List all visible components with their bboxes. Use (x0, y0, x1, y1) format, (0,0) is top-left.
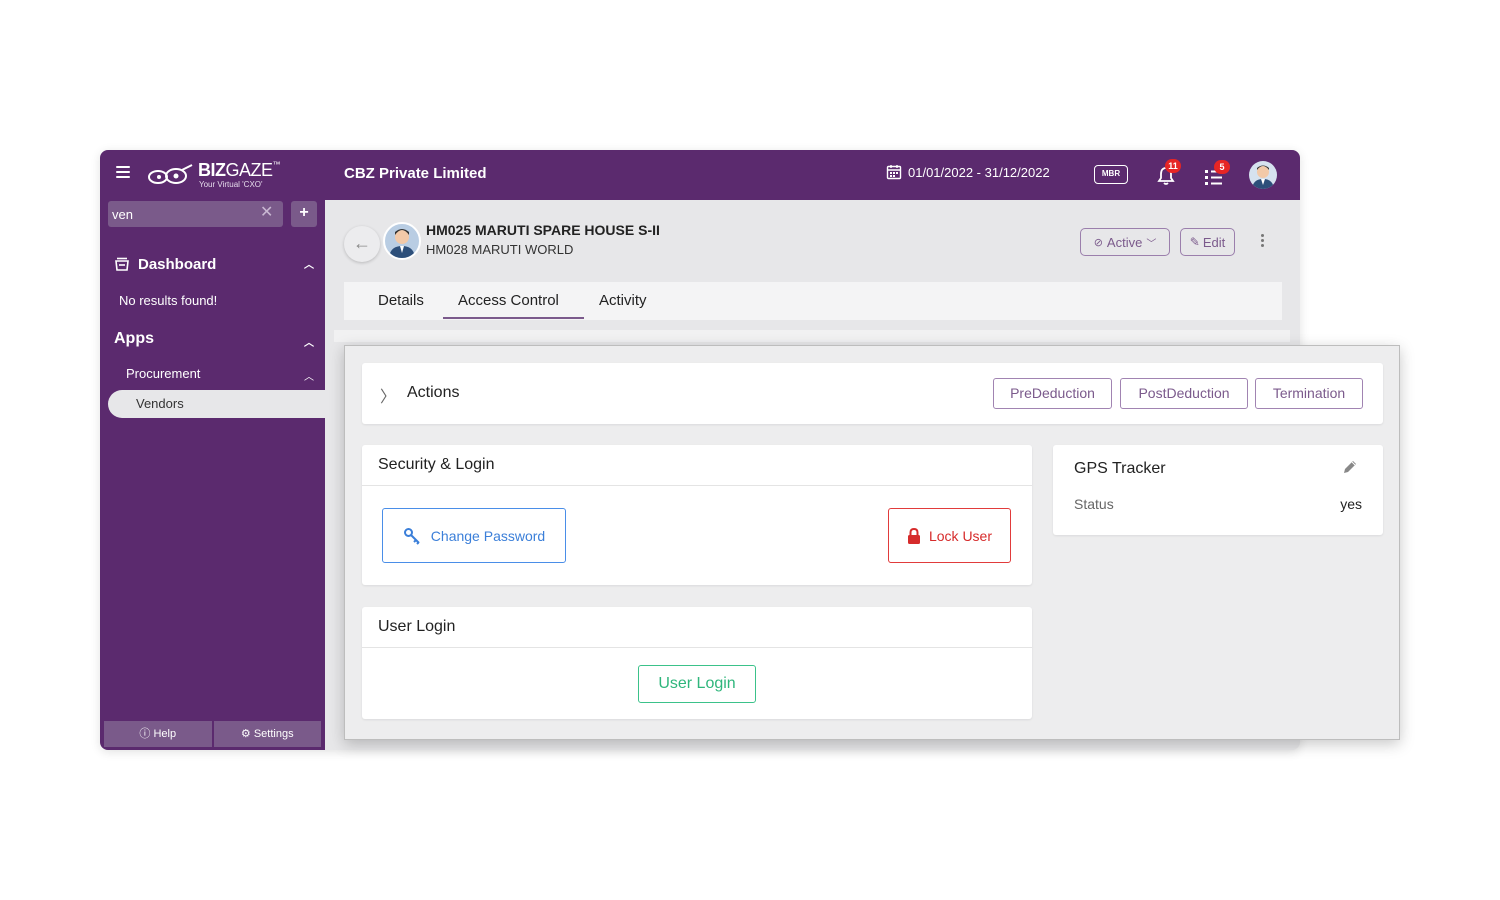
gear-icon: ⚙ (240, 728, 254, 740)
user-login-card: User Login User Login (362, 607, 1032, 719)
lock-user-button[interactable]: Lock User (888, 508, 1011, 563)
sidebar-footer: ⓘ Help ⚙ Settings (104, 721, 321, 747)
check-circle-icon: ⊘ (1093, 236, 1103, 249)
back-button[interactable]: ← (344, 226, 380, 262)
vendor-avatar (383, 222, 421, 260)
person-avatar-icon (389, 229, 415, 258)
gps-status-value: yes (1340, 496, 1362, 512)
termination-button[interactable]: Termination (1255, 378, 1363, 409)
actions-title: Actions (407, 384, 460, 401)
tasks-button[interactable]: 5 (1204, 160, 1230, 188)
change-password-button[interactable]: Change Password (382, 508, 566, 563)
user-avatar[interactable] (1249, 161, 1277, 189)
lock-icon (907, 527, 920, 544)
hamburger-menu-icon[interactable] (116, 166, 130, 180)
postdeduction-button[interactable]: PostDeduction (1120, 378, 1248, 409)
chevron-up-icon[interactable]: ︿ (304, 334, 314, 349)
record-subtitle: HM028 MARUTI WORLD (426, 242, 574, 257)
logo-wordmark: BIZGAZE™ (198, 160, 281, 180)
chevron-up-icon[interactable]: ︿ (304, 368, 314, 383)
actions-card: 〉 Actions PreDeduction PostDeduction Ter… (362, 363, 1383, 424)
settings-button[interactable]: ⚙ Settings (213, 721, 321, 747)
date-range-picker[interactable]: 01/01/2022 - 31/12/2022 (886, 164, 1050, 180)
company-name[interactable]: CBZ Private Limited (344, 165, 487, 182)
person-avatar-icon (1252, 165, 1274, 189)
tab-activity[interactable]: Activity (599, 292, 647, 309)
arrow-left-icon: ← (353, 233, 371, 253)
gps-status-label: Status (1074, 496, 1114, 512)
active-tab-indicator (443, 317, 584, 319)
chevron-up-icon[interactable]: ︿ (304, 256, 314, 271)
no-results-text: No results found! (119, 293, 218, 308)
calendar-icon (886, 165, 902, 180)
tab-bar: Details Access Control Activity (344, 282, 1282, 320)
owl-logo-icon (148, 164, 193, 184)
search-input[interactable] (112, 205, 252, 223)
tab-access-control[interactable]: Access Control (458, 292, 559, 309)
chevron-right-icon[interactable]: 〉 (380, 383, 396, 407)
sidebar-section-apps[interactable]: Apps ︿ (114, 330, 314, 349)
security-login-card: Security & Login Change Password Lock Us… (362, 445, 1032, 585)
status-dropdown[interactable]: ⊘ Active ﹀ (1080, 228, 1170, 256)
card-title: Security & Login (362, 445, 1032, 486)
user-login-button[interactable]: User Login (638, 665, 756, 703)
key-icon (403, 527, 420, 545)
logo-tagline: Your Virtual 'CXO' (199, 180, 263, 189)
gps-tracker-card: GPS Tracker Status yes (1053, 445, 1383, 535)
pencil-icon[interactable] (1342, 459, 1358, 475)
dashboard-icon (115, 257, 129, 271)
sidebar-item-dashboard[interactable]: Dashboard ︿ (114, 254, 314, 274)
tasks-badge: 5 (1214, 160, 1230, 174)
sidebar-item-vendors[interactable]: Vendors (108, 390, 325, 418)
gps-title: GPS Tracker (1074, 460, 1166, 477)
sidebar-search: ✕ (108, 201, 283, 227)
edit-button[interactable]: ✎ Edit (1180, 228, 1235, 256)
chevron-down-icon: ﹀ (1146, 238, 1157, 250)
card-title: User Login (362, 607, 1032, 648)
sidebar-item-procurement[interactable]: Procurement ︿ (126, 366, 314, 383)
tab-details[interactable]: Details (378, 292, 424, 309)
notifications-badge: 11 (1165, 159, 1181, 173)
content-strip (334, 330, 1290, 342)
date-range-text: 01/01/2022 - 31/12/2022 (908, 164, 1050, 180)
sidebar-item-label: Dashboard (138, 255, 217, 273)
bizgaze-logo: BIZGAZE™ Your Virtual 'CXO' (146, 160, 286, 192)
sidebar: ✕ + Dashboard ︿ No results found! Apps ︿… (100, 200, 325, 750)
prededuction-button[interactable]: PreDeduction (993, 378, 1112, 409)
sidebar-item-label: Procurement (126, 366, 201, 381)
help-icon: ⓘ (139, 728, 154, 740)
more-options-icon[interactable] (1258, 234, 1266, 250)
notifications-button[interactable]: 11 (1156, 159, 1181, 187)
mbr-button[interactable]: MBR (1094, 165, 1128, 184)
top-bar: BIZGAZE™ Your Virtual 'CXO' CBZ Private … (100, 150, 1300, 200)
record-title: HM025 MARUTI SPARE HOUSE S-II (426, 222, 660, 238)
pencil-icon: ✎ (1189, 235, 1200, 249)
help-button[interactable]: ⓘ Help (104, 721, 212, 747)
add-button[interactable]: + (291, 201, 317, 227)
access-control-panel: 〉 Actions PreDeduction PostDeduction Ter… (344, 345, 1400, 740)
sidebar-section-label: Apps (114, 330, 154, 347)
clear-search-icon[interactable]: ✕ (260, 205, 273, 221)
